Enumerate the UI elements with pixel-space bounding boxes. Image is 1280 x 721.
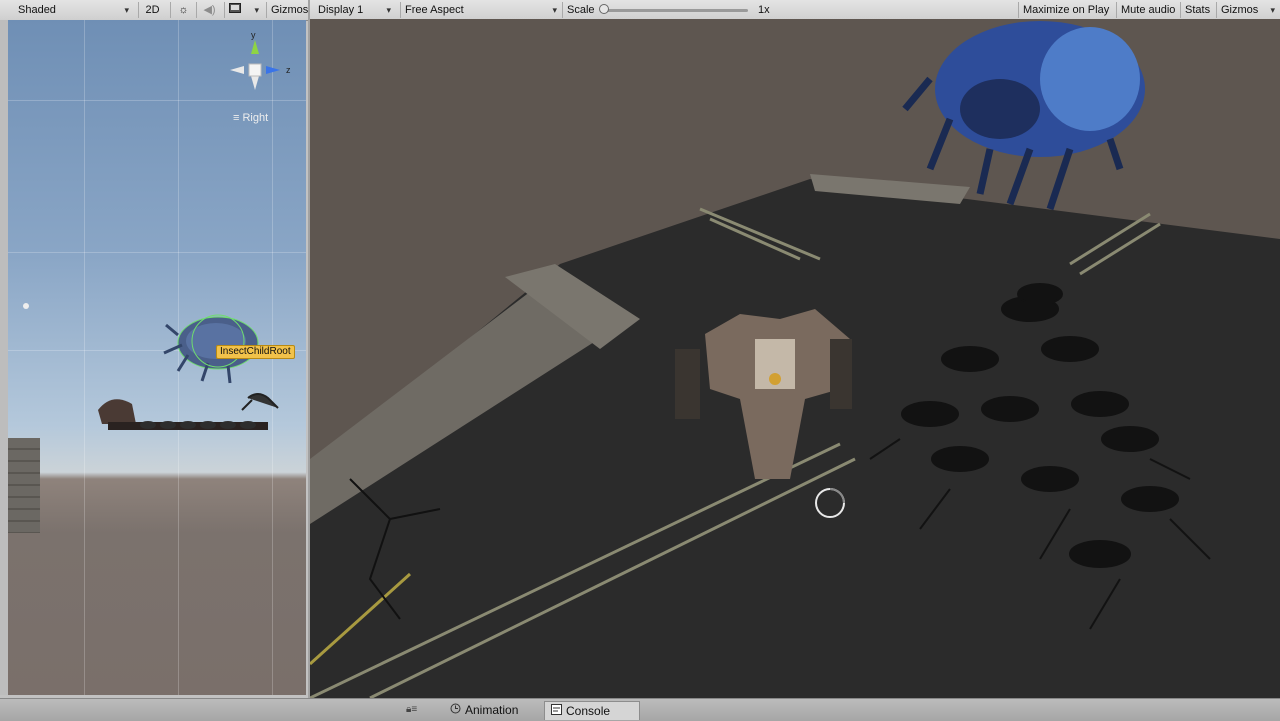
tab-console-label: Console	[566, 704, 611, 718]
scale-slider-thumb[interactable]	[599, 4, 609, 14]
game-gizmos-dropdown[interactable]: Gizmos	[1216, 2, 1278, 18]
game-viewport[interactable]	[310, 19, 1280, 698]
tab-animation-label: Animation	[465, 703, 519, 717]
stats-toggle[interactable]: Stats	[1180, 2, 1214, 18]
2d-toggle-label: 2D	[145, 4, 160, 16]
creature-row	[98, 393, 279, 430]
clock-icon	[450, 701, 461, 720]
aspect-label: Free Aspect	[405, 4, 464, 16]
scale-label: Scale	[567, 4, 595, 16]
view-label-text: Right	[242, 112, 269, 124]
display-dropdown[interactable]: Display 1	[314, 2, 394, 18]
game-toolbar: Display 1 Free Aspect Scale 1x Maximize …	[310, 0, 1280, 21]
maximize-on-play-label: Maximize on Play	[1023, 4, 1110, 16]
scene-viewport[interactable]: y z ≡ Right InsectChildRoot	[8, 20, 306, 695]
2d-toggle[interactable]: 2D	[138, 2, 166, 18]
game-gizmos-label: Gizmos	[1221, 4, 1259, 16]
bottom-tab-bar: 🔒︎≡ Animation Console	[0, 698, 1280, 721]
console-icon	[551, 702, 562, 721]
scene-panel: Shaded 2D ☼ ◀) Gizmos	[0, 0, 308, 698]
sun-icon: ☼	[178, 4, 189, 16]
grid-line	[8, 252, 306, 253]
scene-toolbar: Shaded 2D ☼ ◀) Gizmos	[0, 0, 308, 21]
tab-console[interactable]: Console	[544, 701, 640, 720]
lock-icon[interactable]: 🔒︎≡	[406, 704, 417, 715]
grid-line	[84, 20, 85, 695]
selected-object-name: InsectChildRoot	[220, 346, 291, 357]
orientation-gizmo[interactable]: y z	[230, 30, 298, 100]
view-label[interactable]: ≡ Right	[233, 112, 268, 124]
giant-insect	[902, 21, 1145, 211]
game-render	[310, 21, 1280, 698]
selected-object-label[interactable]: InsectChildRoot	[216, 345, 295, 359]
mute-audio-toggle[interactable]: Mute audio	[1116, 2, 1178, 18]
tab-animation[interactable]: Animation	[444, 701, 526, 720]
grid-line	[8, 100, 306, 101]
gizmo-z-label: z	[286, 65, 291, 75]
shading-mode-label: Shaded	[18, 4, 56, 16]
game-panel: Display 1 Free Aspect Scale 1x Maximize …	[310, 0, 1280, 698]
menu-icon: ≡	[233, 112, 240, 124]
scale-value-text: 1x	[758, 4, 770, 16]
stats-label: Stats	[1185, 4, 1211, 16]
light-icon[interactable]	[22, 302, 30, 310]
scene-gizmos-dropdown[interactable]: Gizmos	[266, 2, 308, 18]
scene-gizmos-label: Gizmos	[271, 4, 308, 16]
mute-audio-label: Mute audio	[1121, 4, 1176, 16]
image-icon	[229, 3, 241, 16]
display-label: Display 1	[318, 4, 364, 16]
maximize-on-play-toggle[interactable]: Maximize on Play	[1018, 2, 1114, 18]
scale-value: 1x	[754, 2, 784, 18]
audio-toggle[interactable]: ◀)	[196, 2, 222, 18]
scale-slider-track[interactable]	[602, 9, 748, 12]
shading-mode-dropdown[interactable]: Shaded	[14, 2, 132, 18]
lighting-toggle[interactable]: ☼	[170, 2, 196, 18]
speaker-icon: ◀)	[203, 4, 216, 16]
effects-dropdown[interactable]	[224, 2, 262, 18]
aspect-dropdown[interactable]: Free Aspect	[400, 2, 560, 18]
gizmo-y-label: y	[251, 30, 256, 40]
road-fragment	[8, 438, 40, 533]
